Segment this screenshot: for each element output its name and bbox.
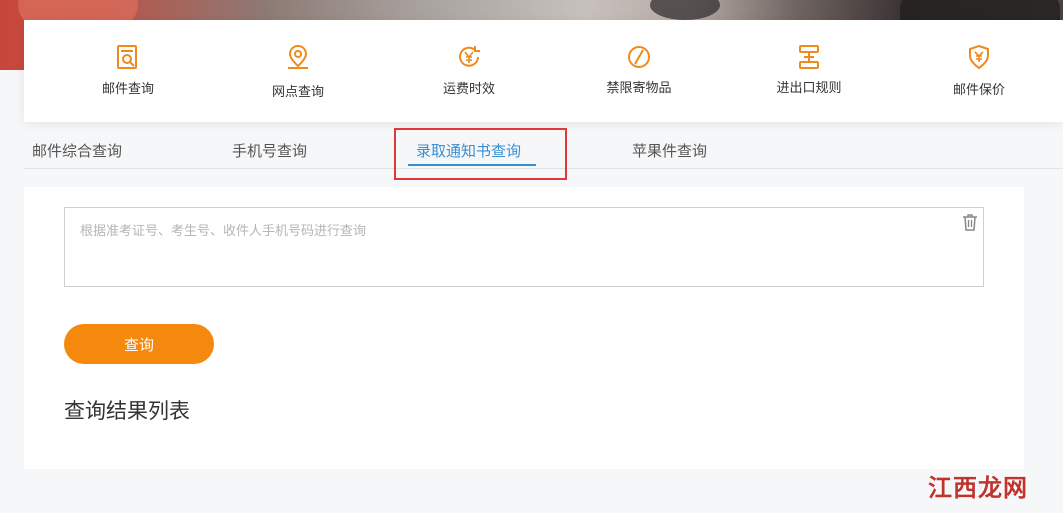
service-label: 禁限寄物品 xyxy=(606,81,672,96)
service-label: 邮件保价 xyxy=(952,83,1005,98)
import-export-icon xyxy=(799,45,819,69)
service-label: 邮件查询 xyxy=(101,82,154,97)
tab-phone-query[interactable]: 手机号查询 xyxy=(232,140,307,161)
service-mail-query[interactable]: 邮件查询 xyxy=(68,20,188,122)
service-label: 运费时效 xyxy=(442,82,495,97)
query-input-box xyxy=(64,207,984,287)
query-input[interactable] xyxy=(65,208,983,286)
service-outlet-query[interactable]: 网点查询 xyxy=(238,20,358,122)
service-mail-insurance[interactable]: 邮件保价 xyxy=(919,20,1039,122)
tab-comprehensive-query[interactable]: 邮件综合查询 xyxy=(32,140,122,161)
service-label: 网点查询 xyxy=(271,85,324,100)
query-button[interactable]: 查询 xyxy=(64,324,214,364)
mail-search-icon xyxy=(117,45,137,69)
service-bar: 邮件查询 网点查询 运费时效 禁限寄物品 进出口规则 邮件保价 xyxy=(24,20,1063,122)
service-label: 进出口规则 xyxy=(776,81,842,96)
service-shipping-rates[interactable]: 运费时效 xyxy=(409,20,529,122)
watermark-text: 江西龙网 xyxy=(928,473,1028,502)
service-prohibited-items[interactable]: 禁限寄物品 xyxy=(579,20,699,122)
annotation-highlight-box xyxy=(394,128,567,180)
location-pin-icon xyxy=(288,44,308,69)
trash-icon[interactable] xyxy=(962,213,978,231)
watermark-logo: 江西龙网 xyxy=(928,468,1028,502)
service-import-export-rules[interactable]: 进出口规则 xyxy=(749,20,869,122)
yuan-shield-icon xyxy=(969,44,989,70)
results-title: 查询结果列表 xyxy=(64,399,190,423)
query-panel: 查询 查询结果列表 xyxy=(24,187,1024,469)
yuan-clock-icon xyxy=(459,46,480,67)
prohibited-icon xyxy=(628,46,650,68)
tab-apple-package-query[interactable]: 苹果件查询 xyxy=(632,140,707,161)
